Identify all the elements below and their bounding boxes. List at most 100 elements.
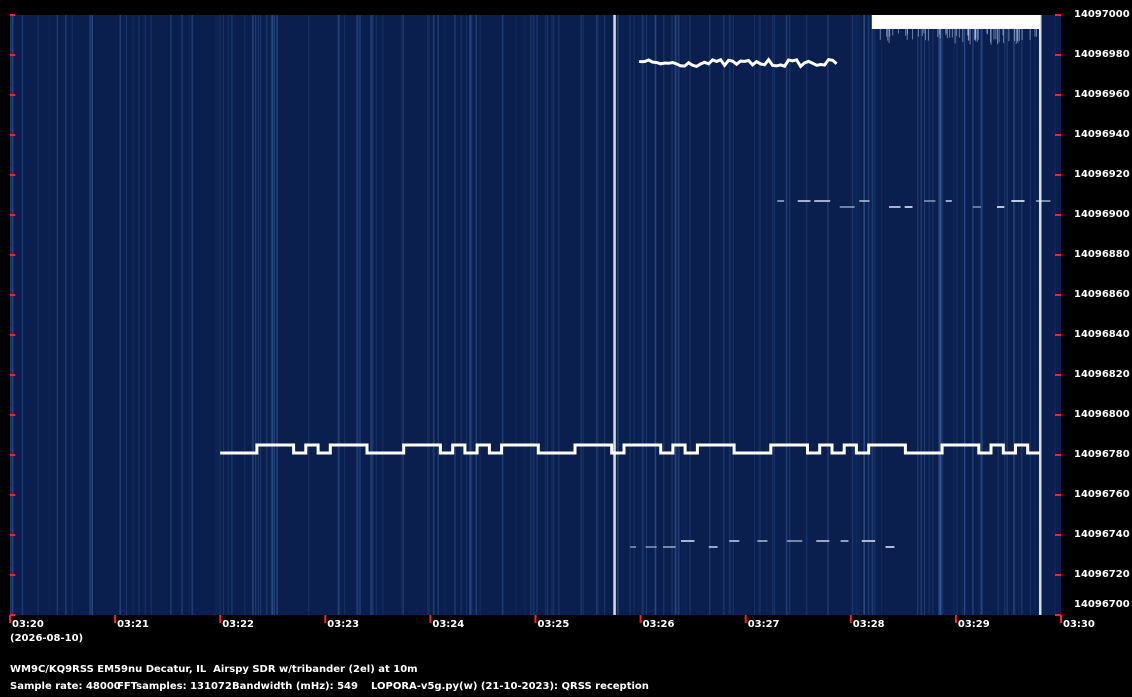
y-tick-label: 14096980: [1074, 49, 1130, 60]
noise-streak: [401, 15, 403, 615]
noise-streak: [953, 15, 955, 615]
signal-band-fringe: [889, 29, 891, 37]
noise-streak: [867, 15, 870, 615]
noise-streak: [273, 15, 276, 615]
noise-streak: [981, 15, 983, 615]
x-tick-label: 03:27: [747, 619, 780, 630]
signal-faint-segment: [708, 546, 718, 548]
noise-streak: [11, 15, 14, 615]
noise-streak: [437, 15, 439, 615]
y-tick-label: 14096860: [1074, 289, 1130, 300]
signal-band-fringe: [945, 29, 947, 34]
y-tick-label: 14096900: [1074, 209, 1130, 220]
signal-faint-segment: [889, 206, 901, 208]
y-tick-label: 14096740: [1074, 529, 1130, 540]
x-tick-label: 03:23: [327, 619, 360, 630]
noise-streak: [709, 15, 711, 615]
noise-streak: [544, 15, 546, 615]
signal-band-fringe: [1029, 29, 1031, 40]
noise-streak: [604, 15, 606, 615]
noise-streak: [732, 15, 734, 615]
signal-faint-segment: [924, 200, 936, 202]
noise-streak: [546, 15, 548, 615]
noise-streak: [638, 15, 639, 615]
signal-band-fringe: [892, 29, 894, 36]
x-tick-label: 03:29: [957, 619, 990, 630]
noise-streak: [928, 15, 930, 615]
signal-spike: [1038, 15, 1042, 615]
noise-streak: [641, 15, 644, 615]
noise-streak: [788, 15, 791, 615]
signal-faint-segment: [945, 200, 952, 202]
signal-band-fringe: [995, 29, 997, 40]
signal-faint-segment: [972, 206, 981, 208]
noise-streak: [265, 15, 268, 615]
signal-faint-segment: [645, 546, 657, 548]
signal-band-fringe: [937, 29, 939, 38]
y-tick-label: 14096880: [1074, 249, 1130, 260]
noise-streak: [881, 15, 882, 615]
noise-streak: [1013, 15, 1016, 615]
noise-streak: [359, 15, 361, 615]
spectrogram-overlay: [9, 14, 1062, 623]
noise-streak: [344, 15, 346, 615]
noise-streak: [671, 15, 673, 615]
noise-streak: [532, 15, 535, 615]
noise-streak: [674, 15, 677, 615]
signal-band-fringe: [958, 29, 960, 38]
noise-streak: [524, 15, 527, 615]
noise-streak: [689, 15, 691, 615]
signal-band-fringe: [925, 29, 927, 41]
bandwidth: Bandwidth (mHz): 549: [232, 681, 358, 692]
signal-band-fringe: [1008, 29, 1010, 42]
signal-band-fringe: [976, 29, 978, 42]
noise-streak: [932, 15, 934, 615]
signal-band-fringe: [912, 29, 914, 40]
noise-streak: [1034, 15, 1036, 615]
noise-streak: [22, 15, 24, 615]
noise-streak: [89, 15, 91, 615]
noise-streak: [855, 15, 858, 615]
noise-streak: [551, 15, 553, 615]
noise-streak: [874, 15, 876, 615]
signal-band-fringe: [1016, 29, 1018, 41]
noise-streak: [853, 15, 855, 615]
signal-faint-segment: [885, 546, 895, 548]
noise-streak: [924, 15, 926, 615]
noise-streak: [357, 15, 360, 615]
noise-streak: [71, 15, 73, 615]
signal-faint-segment: [797, 200, 811, 202]
noise-streak: [972, 15, 974, 615]
signal-band-fringe: [879, 29, 881, 40]
signal-band-fringe: [1015, 29, 1017, 44]
noise-streak: [917, 15, 919, 615]
noise-streak: [454, 15, 456, 615]
noise-streak: [371, 15, 374, 615]
noise-streak: [851, 15, 854, 615]
signal-band-fringe: [951, 29, 953, 38]
noise-streak: [722, 15, 725, 615]
signal-band-fringe: [1003, 29, 1005, 44]
signal-band-fringe: [996, 29, 998, 45]
noise-streak: [582, 15, 584, 615]
signal-faint-segment: [839, 206, 855, 208]
noise-streak: [276, 15, 278, 615]
noise-streak: [616, 15, 619, 615]
noise-streak: [460, 15, 463, 615]
signal-faint-segment: [996, 206, 1005, 208]
signal-band-fringe: [917, 29, 919, 37]
noise-streak: [997, 15, 1000, 615]
noise-streak: [964, 15, 965, 615]
noise-streak: [805, 15, 808, 615]
noise-streak: [754, 15, 755, 615]
noise-streak: [766, 15, 768, 615]
signal-faint-segment: [663, 546, 676, 548]
noise-streak: [597, 15, 599, 615]
signal-faint-segment: [904, 206, 913, 208]
signal-band-fringe: [946, 29, 948, 39]
y-tick-label: 14096920: [1074, 169, 1130, 180]
noise-streak: [1054, 15, 1056, 615]
noise-streak: [218, 15, 220, 615]
signal-band-fringe: [1036, 29, 1038, 37]
noise-streak: [1021, 15, 1023, 615]
